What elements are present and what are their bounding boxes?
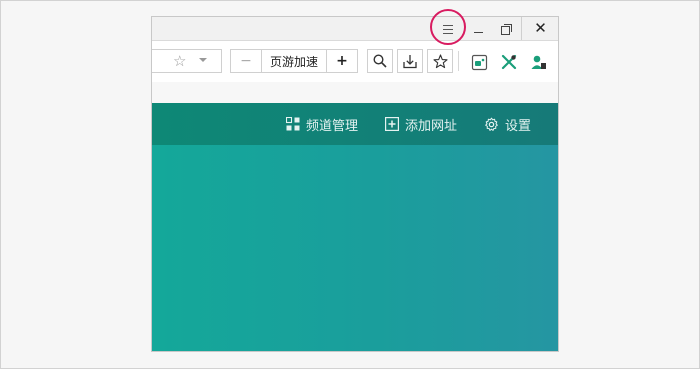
add-site-link[interactable]: 添加网址: [385, 103, 457, 145]
add-box-icon: [385, 117, 399, 131]
address-dropdown-icon[interactable]: [199, 58, 207, 62]
minimize-button[interactable]: [466, 17, 490, 40]
toolbar-spacer: [152, 82, 558, 103]
download-button[interactable]: [397, 49, 423, 73]
title-bar: ✕: [152, 17, 558, 41]
channel-manage-label: 频道管理: [306, 118, 359, 134]
page-content: [152, 145, 558, 351]
restore-icon: [501, 23, 512, 35]
toolbar-separator: [458, 51, 459, 71]
tool-extension-button[interactable]: [499, 52, 519, 72]
user-extension-button[interactable]: [528, 52, 548, 72]
restore-button[interactable]: [494, 17, 518, 40]
settings-link[interactable]: 设置: [484, 103, 531, 145]
close-button[interactable]: ✕: [521, 17, 558, 40]
grid-icon: [286, 117, 300, 131]
close-icon: ✕: [534, 19, 547, 37]
browser-window: ✕ ☆ − 页游加速 + 频道管理 添加网址 设置: [151, 16, 559, 352]
tool-extension-icon: [501, 54, 517, 70]
zoom-plus-button[interactable]: +: [327, 50, 357, 72]
channel-manage-link[interactable]: 频道管理: [286, 103, 358, 145]
search-button[interactable]: [367, 49, 393, 73]
minimize-icon: [473, 32, 483, 33]
toolbar: ☆ − 页游加速 +: [152, 42, 558, 82]
user-extension-icon: [531, 55, 546, 69]
search-icon: [373, 54, 387, 68]
zoom-minus-button[interactable]: −: [231, 50, 261, 72]
hamburger-menu-icon: [443, 24, 453, 34]
favorite-star-icon: [432, 53, 448, 68]
add-site-label: 添加网址: [405, 118, 458, 134]
page-nav-header: 频道管理 添加网址 设置: [152, 103, 558, 145]
favorite-button[interactable]: [427, 49, 453, 73]
game-extension-button[interactable]: [469, 52, 489, 72]
menu-button[interactable]: [434, 17, 462, 40]
download-icon: [403, 54, 417, 68]
accelerator-label[interactable]: 页游加速: [261, 50, 327, 72]
address-bar[interactable]: ☆: [152, 49, 222, 73]
settings-label: 设置: [505, 118, 532, 134]
game-extension-icon: [471, 54, 487, 70]
gear-icon: [485, 117, 498, 131]
bookmark-star-icon[interactable]: ☆: [173, 53, 186, 69]
page-game-accelerator: − 页游加速 +: [230, 49, 358, 73]
